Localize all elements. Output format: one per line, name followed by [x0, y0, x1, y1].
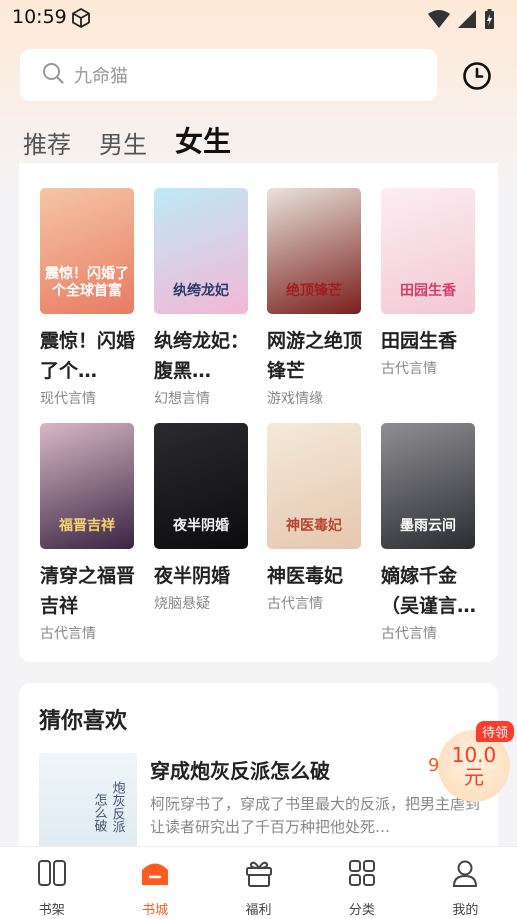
book-title: 嫡嫁千金（吴谨言… [381, 565, 477, 617]
status-bar: 10:59 [0, 0, 517, 36]
cover-title: 夜半阴婚 [173, 518, 229, 534]
nav-bookstore[interactable]: 书城 [103, 847, 206, 919]
nav-welfare[interactable]: 福利 [207, 847, 310, 919]
book-item[interactable]: 夜半阴婚 夜半阴婚 烧脑悬疑 [154, 423, 264, 613]
book-grid-card: 震惊！闪婚了个全球首富 震惊！闪婚了个… 现代言情 纨绔龙妃 纨绔龙妃：腹黑… … [19, 163, 498, 662]
cover-title: 墨雨云间 [400, 518, 456, 534]
nav-category[interactable]: 分类 [310, 847, 413, 919]
cover-title: 怎么破 [92, 793, 108, 832]
book-category: 古代言情 [267, 596, 323, 612]
guess-you-like-card: 猜你喜欢 炮灰反派 怎么破 穿成炮灰反派怎么破 9 柯阮穿书了，穿成了书里最大的… [19, 683, 498, 863]
tab-recommend[interactable]: 推荐 [23, 125, 71, 160]
search-icon [42, 62, 64, 88]
book-item[interactable]: 神医毒妃 神医毒妃 古代言情 [267, 423, 377, 613]
book-cover: 绝顶锋芒 [267, 188, 361, 314]
book-description: 柯阮穿书了，穿成了书里最大的反派，把男主虐到让读者研究出了千百万种把他处死… [150, 795, 481, 836]
search-placeholder: 九命猫 [74, 66, 128, 87]
book-title: 清穿之福晋吉祥 [40, 565, 136, 617]
cover-title: 神医毒妃 [286, 518, 342, 534]
book-item[interactable]: 纨绔龙妃 纨绔龙妃：腹黑… 幻想言情 [154, 188, 264, 408]
book-category: 古代言情 [381, 626, 437, 642]
history-clock-icon[interactable] [462, 61, 492, 95]
book-item[interactable]: 绝顶锋芒 网游之绝顶锋芒 游戏情缘 [267, 188, 377, 408]
cover-title: 田园生香 [400, 283, 456, 299]
category-icon [346, 857, 378, 893]
wifi-icon [427, 9, 451, 33]
profile-icon [449, 857, 481, 893]
cover-title: 纨绔龙妃 [173, 283, 229, 299]
book-item[interactable]: 福晋吉祥 清穿之福晋吉祥 古代言情 [40, 423, 150, 643]
book-cover: 神医毒妃 [267, 423, 361, 549]
channel-tabs: 推荐 男生 女生 [23, 120, 259, 169]
status-time: 10:59 [12, 6, 67, 28]
book-category: 古代言情 [381, 361, 437, 377]
cover-title: 绝顶锋芒 [286, 283, 342, 299]
nav-label: 书城 [142, 903, 169, 918]
book-category: 幻想言情 [154, 391, 210, 407]
book-cover: 墨雨云间 [381, 423, 475, 549]
book-cover: 田园生香 [381, 188, 475, 314]
nav-label: 福利 [245, 903, 272, 918]
nav-label: 我的 [452, 903, 479, 918]
nav-label: 书架 [38, 903, 65, 918]
app-notification-icon [70, 7, 92, 33]
cover-title: 震惊！闪婚了个全球首富 [45, 266, 129, 299]
bookstore-icon [139, 857, 171, 893]
book-title: 网游之绝顶锋芒 [267, 330, 363, 382]
book-category: 现代言情 [40, 391, 96, 407]
signal-icon [457, 9, 477, 33]
book-title[interactable]: 穿成炮灰反派怎么破 [150, 755, 330, 784]
book-title: 田园生香 [381, 330, 458, 352]
book-category: 游戏情缘 [267, 391, 323, 407]
search-bar[interactable]: 九命猫 [20, 49, 437, 101]
book-title: 震惊！闪婚了个… [40, 330, 136, 382]
battery-icon [483, 8, 495, 34]
nav-profile[interactable]: 我的 [414, 847, 517, 919]
book-cover[interactable]: 炮灰反派 怎么破 [39, 753, 137, 853]
tab-female[interactable]: 女生 [175, 120, 231, 169]
book-item[interactable]: 田园生香 田园生香 古代言情 [381, 188, 491, 378]
book-cover: 震惊！闪婚了个全球首富 [40, 188, 134, 314]
bottom-nav: 书架 书城 福利 分类 我的 [0, 846, 517, 919]
gift-icon [243, 857, 275, 893]
book-cover: 纨绔龙妃 [154, 188, 248, 314]
book-cover: 夜半阴婚 [154, 423, 248, 549]
book-item[interactable]: 墨雨云间 嫡嫁千金（吴谨言… 古代言情 [381, 423, 491, 643]
book-title: 纨绔龙妃：腹黑… [154, 330, 250, 382]
nav-bookshelf[interactable]: 书架 [0, 847, 103, 919]
svg-text:炮灰反派: 炮灰反派 [110, 781, 126, 833]
reward-unit: 元 [464, 765, 484, 789]
section-title: 猜你喜欢 [39, 709, 128, 734]
book-title: 神医毒妃 [267, 565, 344, 587]
book-title: 夜半阴婚 [154, 565, 231, 587]
reward-badge: 待领 [476, 721, 515, 742]
book-category: 古代言情 [40, 626, 96, 642]
book-category: 烧脑悬疑 [154, 596, 210, 612]
bookshelf-icon [36, 857, 68, 893]
nav-label: 分类 [348, 903, 375, 918]
tab-male[interactable]: 男生 [99, 125, 147, 160]
book-item[interactable]: 震惊！闪婚了个全球首富 震惊！闪婚了个… 现代言情 [40, 188, 150, 408]
cover-title: 福晋吉祥 [59, 518, 115, 534]
book-cover: 福晋吉祥 [40, 423, 134, 549]
reward-amount: 10.0 [451, 743, 497, 767]
